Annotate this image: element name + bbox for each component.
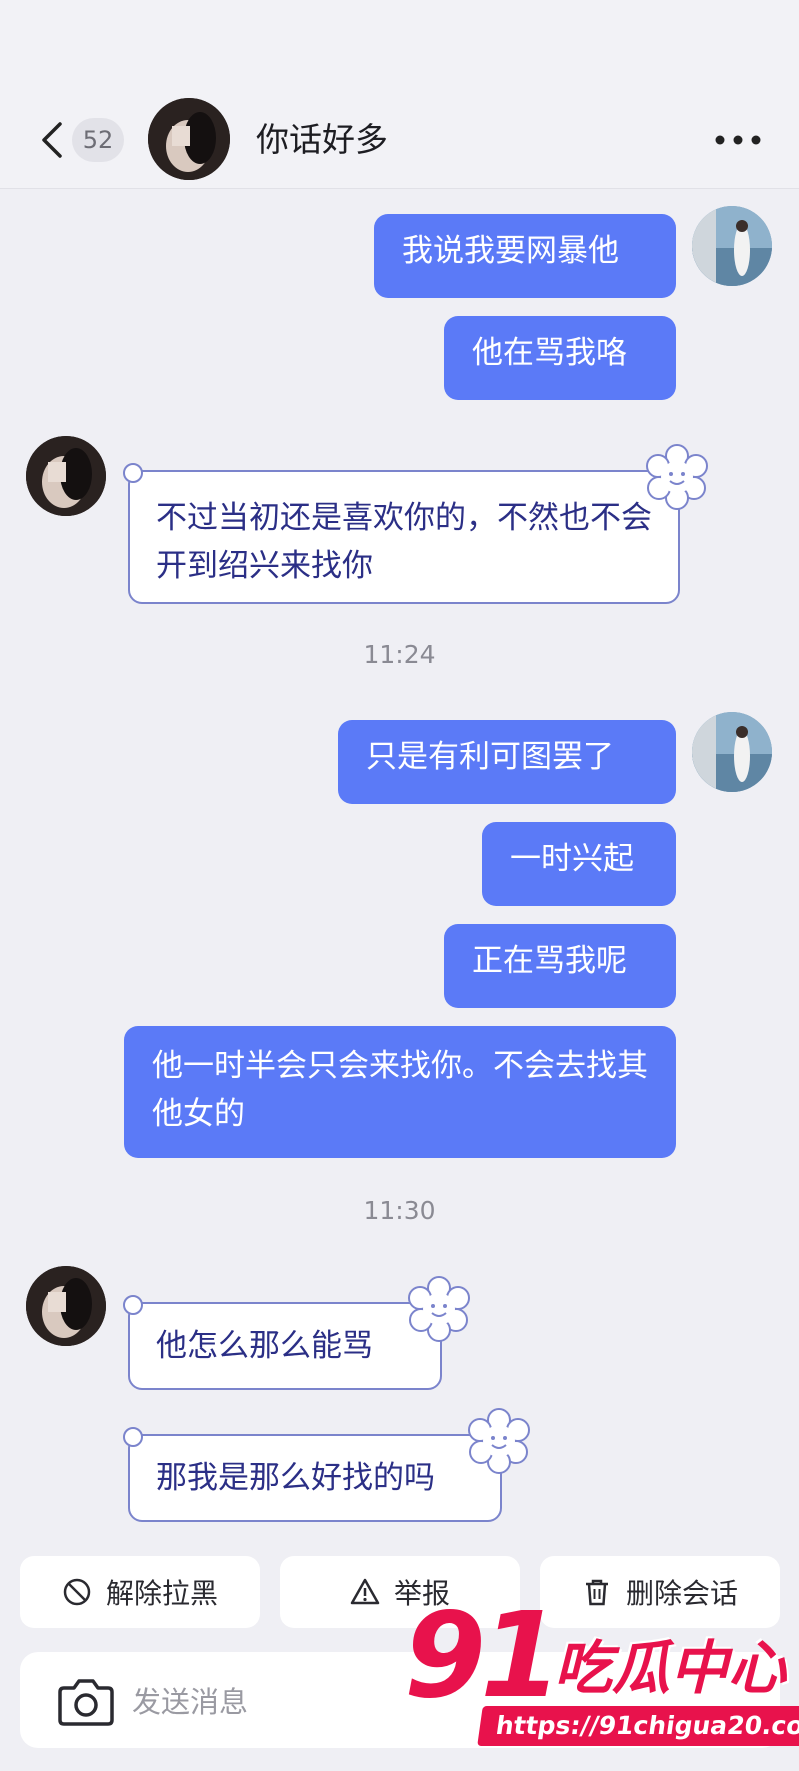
camera-icon[interactable]: [56, 1674, 116, 1728]
outgoing-message[interactable]: 我说我要网暴他: [374, 214, 676, 298]
back-arrow-icon[interactable]: [38, 120, 68, 160]
bubble-cloud-corner-icon: [123, 1295, 143, 1315]
chat-header: 52 你话好多: [0, 0, 799, 189]
self-avatar[interactable]: [692, 206, 772, 286]
incoming-message[interactable]: 不过当初还是喜欢你的，不然也不会开到绍兴来找你: [123, 444, 708, 604]
contact-avatar-image-icon: [26, 436, 106, 516]
warning-icon: [350, 1578, 380, 1605]
watermark-url: https://91chigua20.com: [477, 1706, 799, 1746]
more-options-icon[interactable]: [712, 126, 764, 154]
incoming-message-text: 他怎么那么能骂: [156, 1328, 373, 1364]
bubble-cloud-corner-icon: [123, 463, 143, 483]
contact-avatar-image-icon: [26, 1266, 106, 1346]
incoming-message-text: 那我是那么好找的吗: [156, 1460, 435, 1496]
outgoing-message[interactable]: 他在骂我咯: [444, 316, 676, 400]
incoming-message[interactable]: 那我是那么好找的吗: [123, 1408, 530, 1522]
outgoing-message[interactable]: 他一时半会只会来找你。不会去找其他女的: [124, 1026, 676, 1158]
contact-message-avatar[interactable]: [26, 1266, 106, 1346]
chat-title: 你话好多: [256, 120, 388, 159]
message-timestamp: 11:30: [363, 1196, 436, 1225]
smiley-flower-sticker-icon: [646, 444, 708, 510]
outgoing-message[interactable]: 只是有利可图罢了: [338, 720, 676, 804]
contact-message-avatar[interactable]: [26, 436, 106, 516]
watermark-number: 91: [404, 1586, 562, 1724]
smiley-flower-sticker-icon: [408, 1276, 470, 1342]
bubble-cloud-corner-icon: [123, 1427, 143, 1447]
message-timestamp: 11:24: [363, 640, 436, 669]
incoming-message-text: 不过当初还是喜欢你的，不然也不会开到绍兴来找你: [156, 500, 652, 584]
unblock-label: 解除拉黑: [105, 1577, 218, 1610]
unblock-button[interactable]: 解除拉黑: [20, 1556, 260, 1628]
site-watermark: 91 吃瓜中心 https://91chigua20.com: [404, 1586, 799, 1756]
block-icon: [63, 1578, 91, 1606]
outgoing-message[interactable]: 正在骂我呢: [444, 924, 676, 1008]
self-avatar-image-icon: [692, 712, 772, 792]
unread-count-badge[interactable]: 52: [72, 118, 124, 162]
watermark-name: 吃瓜中心: [554, 1634, 787, 1702]
incoming-message[interactable]: 他怎么那么能骂: [123, 1276, 470, 1390]
smiley-flower-sticker-icon: [468, 1408, 530, 1474]
contact-avatar[interactable]: [148, 98, 230, 180]
self-avatar-image-icon: [692, 206, 772, 286]
self-avatar[interactable]: [692, 712, 772, 792]
outgoing-message[interactable]: 一时兴起: [482, 822, 676, 906]
contact-avatar-image-icon: [148, 98, 230, 180]
